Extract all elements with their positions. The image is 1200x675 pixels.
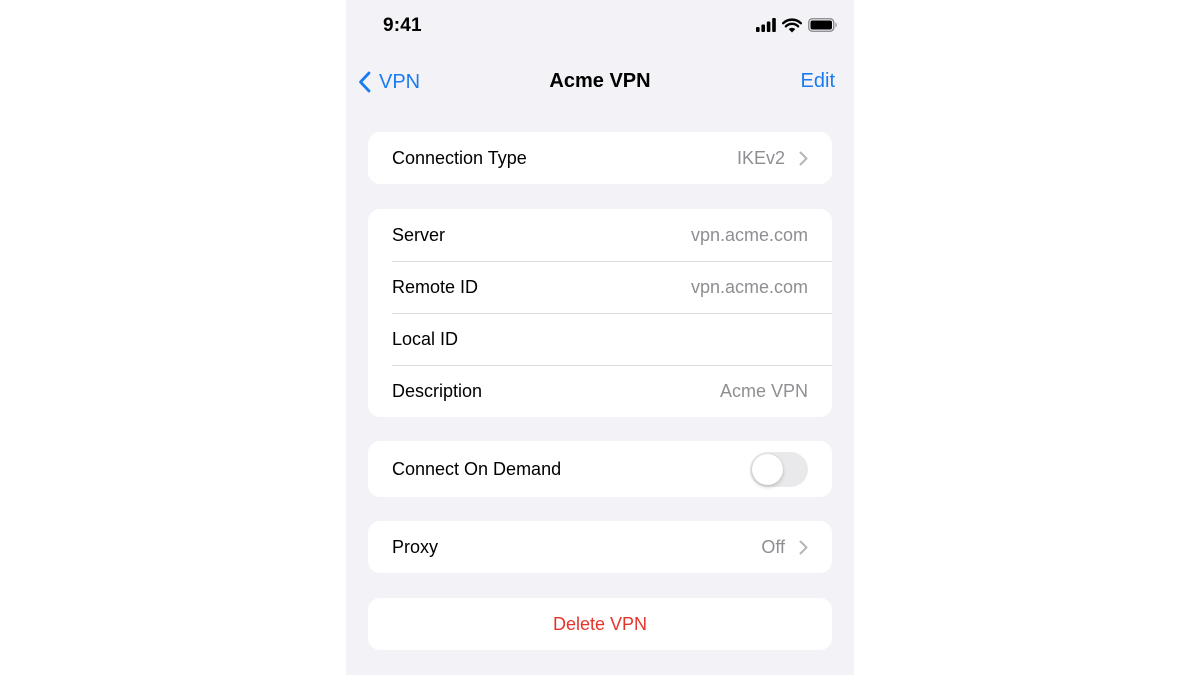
connection-type-group: Connection Type IKEv2 (368, 132, 832, 184)
connect-on-demand-label: Connect On Demand (392, 458, 562, 479)
cellular-signal-icon (756, 18, 776, 32)
description-value[interactable]: Acme VPN (720, 381, 808, 402)
chevron-left-icon (359, 71, 371, 93)
remote-id-label: Remote ID (392, 276, 479, 297)
screen: 9:41 VPN Acme VPN Edit Connection Type I… (0, 0, 1200, 675)
vpn-details-group: Server vpn.acme.com Remote ID vpn.acme.c… (368, 209, 832, 417)
connect-on-demand-row: Connect On Demand (368, 441, 832, 497)
server-label: Server (392, 224, 446, 245)
remote-id-value[interactable]: vpn.acme.com (691, 277, 808, 298)
local-id-label: Local ID (392, 328, 459, 349)
status-icons (756, 17, 838, 33)
local-id-row[interactable]: Local ID (368, 313, 832, 365)
delete-vpn-group: Delete VPN (368, 598, 832, 650)
description-label: Description (392, 380, 483, 401)
proxy-row[interactable]: Proxy Off (368, 521, 832, 573)
delete-vpn-label: Delete VPN (552, 613, 648, 634)
proxy-group: Proxy Off (368, 521, 832, 573)
connection-type-value: IKEv2 (736, 147, 785, 168)
connect-on-demand-group: Connect On Demand (368, 441, 832, 497)
description-row[interactable]: Description Acme VPN (368, 365, 832, 417)
back-button-label: VPN (379, 70, 421, 93)
connection-type-row[interactable]: Connection Type IKEv2 (368, 132, 832, 184)
navigation-bar: VPN Acme VPN Edit (346, 60, 854, 104)
proxy-label: Proxy (392, 536, 439, 557)
delete-vpn-button[interactable]: Delete VPN (368, 598, 832, 650)
battery-icon (808, 18, 838, 32)
phone-screen: 9:41 VPN Acme VPN Edit Connection Type I… (346, 0, 854, 675)
status-bar: 9:41 (346, 0, 854, 52)
chevron-right-icon (799, 151, 808, 165)
back-button[interactable]: VPN (358, 68, 420, 96)
server-row[interactable]: Server vpn.acme.com (368, 209, 832, 261)
chevron-right-icon (799, 540, 808, 554)
edit-button[interactable]: Edit (801, 70, 835, 93)
page-title: Acme VPN (549, 70, 651, 92)
proxy-value: Off (761, 536, 785, 557)
remote-id-row[interactable]: Remote ID vpn.acme.com (368, 261, 832, 313)
status-time: 9:41 (383, 15, 422, 36)
toggle-knob (752, 453, 783, 485)
wifi-icon (782, 17, 802, 33)
connect-on-demand-toggle[interactable] (750, 451, 808, 487)
server-value[interactable]: vpn.acme.com (691, 225, 808, 246)
connection-type-label: Connection Type (392, 147, 527, 168)
